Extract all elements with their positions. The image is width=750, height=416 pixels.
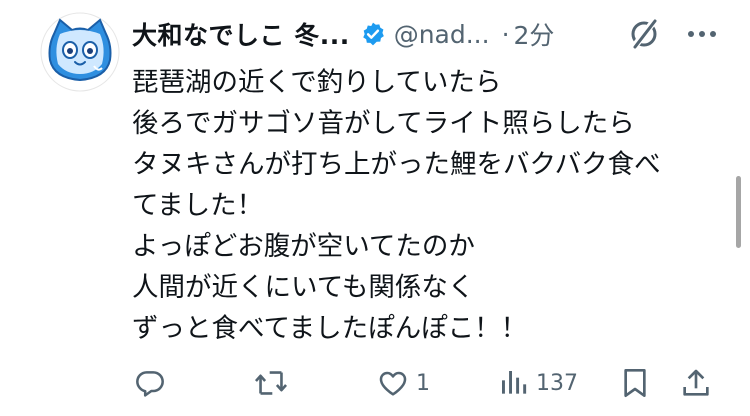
author-name[interactable]: 大和なでしこ 冬...: [132, 16, 350, 52]
repost-button[interactable]: [254, 360, 294, 406]
author-handle[interactable]: @nad...: [394, 20, 490, 49]
bookmark-button[interactable]: [620, 360, 650, 406]
post-text-line: 人間が近くにいても関係なく: [132, 272, 475, 303]
share-icon: [683, 369, 709, 396]
views-chart-icon: [502, 371, 527, 394]
like-count: 1: [416, 370, 430, 396]
post-text-line: よっぽどお腹が空いてたのか: [132, 231, 475, 262]
reply-button[interactable]: [134, 360, 172, 406]
action-bar: 1 137: [0, 360, 750, 406]
post-text-line: てました！: [132, 190, 264, 221]
more-dots-icon: [688, 31, 716, 37]
post-text: 琵琶湖の近くで釣りしていたら 後ろでガサゴソ音がしてライト照らしたら タヌキさん…: [132, 62, 712, 349]
grok-icon: [631, 18, 657, 50]
post-text-line: 琵琶湖の近くで釣りしていたら: [132, 67, 502, 98]
views-count: 137: [536, 370, 578, 396]
scrollbar-thumb[interactable]: [736, 176, 741, 248]
post-text-line: 後ろでガサゴソ音がしてライト照らしたら: [132, 108, 635, 139]
blue-cat-mascot-icon: [40, 12, 120, 92]
post-timestamp[interactable]: 2分: [514, 16, 555, 52]
post-text-line: ずっと食べてましたぽんぽこ！！: [132, 313, 528, 344]
verified-badge-icon: [362, 22, 384, 46]
views-button[interactable]: 137: [498, 360, 578, 406]
post-text-line: タヌキさんが打ち上がった鯉をバクバク食べ: [132, 149, 661, 180]
separator-dot: ·: [501, 19, 510, 49]
like-button[interactable]: 1: [376, 360, 430, 406]
heart-icon: [379, 371, 407, 396]
avatar[interactable]: [40, 12, 120, 92]
share-button[interactable]: [680, 360, 712, 406]
more-button[interactable]: [682, 16, 722, 52]
grok-button[interactable]: [628, 18, 660, 50]
bookmark-icon: [624, 369, 646, 397]
reply-icon: [136, 371, 164, 397]
repost-icon: [254, 371, 288, 395]
